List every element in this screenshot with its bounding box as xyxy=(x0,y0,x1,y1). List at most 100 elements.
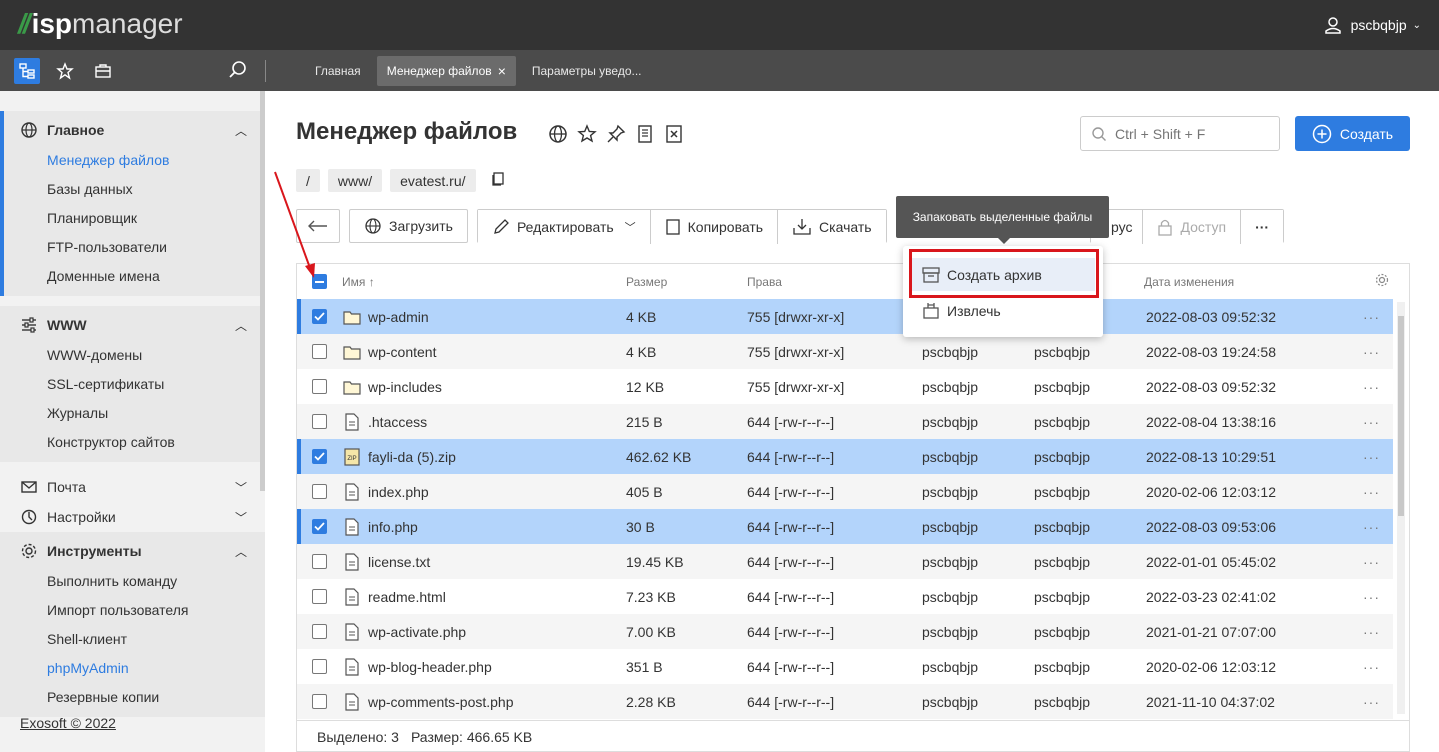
file-name[interactable]: readme.html xyxy=(368,579,446,614)
sidebar-item-domains[interactable]: Доменные имена xyxy=(0,261,265,290)
column-name[interactable]: Имя ↑ xyxy=(342,275,375,289)
sidebar-item-logs[interactable]: Журналы xyxy=(0,398,265,427)
row-checkbox[interactable] xyxy=(312,404,327,439)
file-name[interactable]: wp-blog-header.php xyxy=(368,649,492,684)
table-row[interactable]: wp-blog-header.php 351 B 644 [-rw-r--r--] p… xyxy=(297,649,1393,684)
column-modified[interactable]: Дата изменения xyxy=(1144,275,1234,289)
row-actions-icon[interactable]: ··· xyxy=(1363,684,1380,719)
more-button[interactable]: ··· xyxy=(1241,210,1284,244)
document-icon[interactable] xyxy=(635,124,655,147)
row-actions-icon[interactable]: ··· xyxy=(1363,439,1380,474)
sidebar-item-databases[interactable]: Базы данных xyxy=(0,174,265,203)
globe-icon[interactable] xyxy=(548,124,568,147)
row-checkbox[interactable] xyxy=(312,439,327,474)
extract-menu-item[interactable]: Извлечь xyxy=(911,294,1095,327)
row-actions-icon[interactable]: ··· xyxy=(1363,544,1380,579)
file-name[interactable]: wp-activate.php xyxy=(368,614,466,649)
row-actions-icon[interactable]: ··· xyxy=(1363,579,1380,614)
isp-logo[interactable]: // isp manager xyxy=(18,8,183,40)
row-checkbox[interactable] xyxy=(312,684,327,719)
row-checkbox[interactable] xyxy=(312,614,327,649)
file-name[interactable]: wp-includes xyxy=(368,369,442,404)
scrollbar-thumb[interactable] xyxy=(1398,316,1404,516)
file-name[interactable]: index.php xyxy=(368,474,429,509)
sidebar-group-header[interactable]: Главное ︿ xyxy=(0,115,265,145)
star-icon[interactable] xyxy=(577,124,597,147)
sidebar-item-run-command[interactable]: Выполнить команду xyxy=(0,566,265,595)
row-actions-icon[interactable]: ··· xyxy=(1363,649,1380,684)
create-button[interactable]: Создать xyxy=(1295,116,1410,151)
column-perms[interactable]: Права xyxy=(747,275,782,289)
column-size[interactable]: Размер xyxy=(626,275,667,289)
sidebar-item-site-builder[interactable]: Конструктор сайтов xyxy=(0,427,265,456)
sidebar-group-header[interactable]: WWW ︿ xyxy=(0,310,265,340)
sidebar-item-ssl[interactable]: SSL-сертификаты xyxy=(0,369,265,398)
table-row[interactable]: .htaccess 215 B 644 [-rw-r--r--] pscbqbjp ps… xyxy=(297,404,1393,439)
row-checkbox[interactable] xyxy=(312,334,327,369)
menu-tree-icon[interactable] xyxy=(14,58,40,84)
table-row[interactable]: readme.html 7.23 KB 644 [-rw-r--r--] pscbqb… xyxy=(297,579,1393,614)
sidebar-item-scheduler[interactable]: Планировщик xyxy=(0,203,265,232)
close-icon[interactable]: × xyxy=(498,63,506,79)
row-checkbox[interactable] xyxy=(312,474,327,509)
user-menu[interactable]: pscbqbjp ⌄ xyxy=(1323,15,1421,35)
table-row[interactable]: wp-content 4 KB 755 [drwxr-xr-x] pscbqbjp ps… xyxy=(297,334,1393,369)
row-checkbox[interactable] xyxy=(312,369,327,404)
row-actions-icon[interactable]: ··· xyxy=(1363,509,1380,544)
table-row[interactable]: wp-includes 12 KB 755 [drwxr-xr-x] pscbqbjp… xyxy=(297,369,1393,404)
copy-button[interactable]: Копировать xyxy=(650,210,779,244)
column-settings-icon[interactable] xyxy=(1375,273,1389,290)
sidebar-item-settings[interactable]: Настройки ﹀ xyxy=(0,502,265,532)
star-icon[interactable] xyxy=(52,58,78,84)
table-row[interactable]: ZIP fayli-da (5).zip 462.62 KB 644 [-rw-r--… xyxy=(297,439,1393,474)
sidebar-scrollbar[interactable] xyxy=(260,91,265,491)
file-name[interactable]: wp-content xyxy=(368,334,436,369)
table-row[interactable]: license.txt 19.45 KB 644 [-rw-r--r--] pscbq… xyxy=(297,544,1393,579)
tab-home[interactable]: Главная xyxy=(305,56,371,86)
file-name[interactable]: wp-comments-post.php xyxy=(368,684,514,719)
table-row[interactable]: wp-comments-post.php 2.28 KB 644 [-rw-r--r… xyxy=(297,684,1393,719)
sidebar-item-backups[interactable]: Резервные копии xyxy=(0,682,265,711)
copyright-link[interactable]: Exosoft © 2022 xyxy=(20,715,116,731)
sidebar-item-shell[interactable]: Shell-клиент xyxy=(0,624,265,653)
briefcase-icon[interactable] xyxy=(90,58,116,84)
search-icon[interactable] xyxy=(228,60,248,83)
row-actions-icon[interactable]: ··· xyxy=(1363,404,1380,439)
sidebar-item-ftp-users[interactable]: FTP-пользователи xyxy=(0,232,265,261)
table-scrollbar[interactable] xyxy=(1397,302,1405,714)
search-input[interactable] xyxy=(1115,125,1265,142)
sidebar-item-mail[interactable]: Почта ﹀ xyxy=(0,472,265,502)
row-actions-icon[interactable]: ··· xyxy=(1363,474,1380,509)
table-row[interactable]: index.php 405 B 644 [-rw-r--r--] pscbqbjp ps… xyxy=(297,474,1393,509)
table-row[interactable]: wp-activate.php 7.00 KB 644 [-rw-r--r--] ps… xyxy=(297,614,1393,649)
row-actions-icon[interactable]: ··· xyxy=(1363,369,1380,404)
file-name[interactable]: wp-admin xyxy=(368,299,429,334)
tab-file-manager[interactable]: Менеджер файлов × xyxy=(376,56,516,86)
file-name[interactable]: .htaccess xyxy=(368,404,427,439)
row-checkbox[interactable] xyxy=(312,649,327,684)
file-name[interactable]: fayli-da (5).zip xyxy=(368,439,456,474)
sidebar-group-header[interactable]: Инструменты ︿ xyxy=(0,536,265,566)
sidebar-item-file-manager[interactable]: Менеджер файлов xyxy=(0,145,265,174)
edit-button[interactable]: Редактировать ﹀ xyxy=(477,210,651,244)
pin-icon[interactable] xyxy=(606,124,626,147)
table-row[interactable]: info.php 30 B 644 [-rw-r--r--] pscbqbjp pscb… xyxy=(297,509,1393,544)
file-name[interactable]: info.php xyxy=(368,509,418,544)
table-row[interactable]: wp-admin4 KB755 [drwxr-xr-x]pscbqbjppscb… xyxy=(297,299,1393,334)
sidebar-item-phpmyadmin[interactable]: phpMyAdmin xyxy=(0,653,265,682)
export-excel-icon[interactable] xyxy=(664,124,684,147)
search-field[interactable] xyxy=(1080,116,1280,151)
row-actions-icon[interactable]: ··· xyxy=(1363,614,1380,649)
upload-button[interactable]: Загрузить xyxy=(349,209,468,243)
sidebar-item-www-domains[interactable]: WWW-домены xyxy=(0,340,265,369)
row-checkbox[interactable] xyxy=(312,299,327,334)
row-checkbox[interactable] xyxy=(312,544,327,579)
access-button[interactable]: Доступ xyxy=(1143,210,1242,244)
copy-path-icon[interactable] xyxy=(490,171,506,190)
tab-notifications[interactable]: Параметры уведо... xyxy=(522,56,652,86)
download-button[interactable]: Скачать xyxy=(778,210,886,244)
row-checkbox[interactable] xyxy=(312,509,327,544)
breadcrumb-www[interactable]: www/ xyxy=(327,169,383,192)
breadcrumb-evatest[interactable]: evatest.ru/ xyxy=(390,169,476,192)
sidebar-item-import-user[interactable]: Импорт пользователя xyxy=(0,595,265,624)
